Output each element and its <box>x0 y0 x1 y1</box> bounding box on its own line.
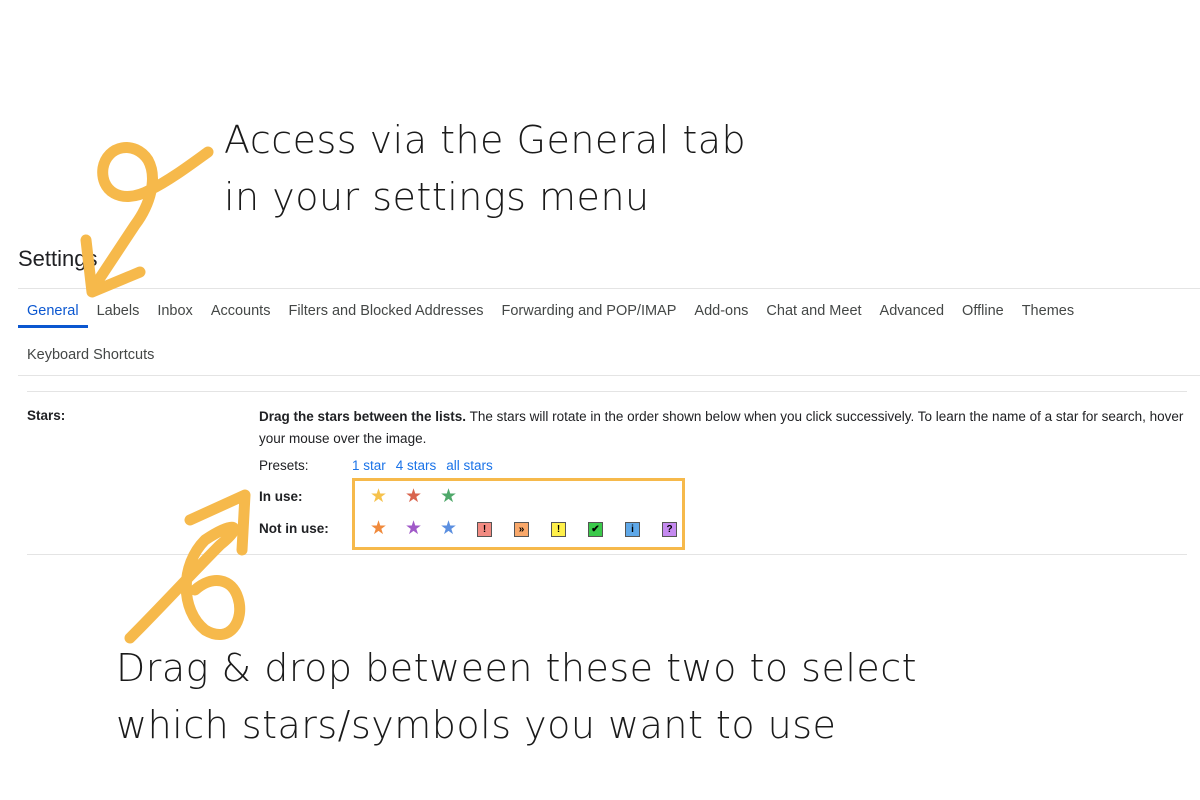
tab-keyboard-shortcuts[interactable]: Keyboard Shortcuts <box>18 346 163 372</box>
tab-add-ons[interactable]: Add-ons <box>685 302 757 328</box>
bottom-annotation-line1: Drag & drop between these two to select <box>116 646 918 690</box>
top-annotation-line2: in your settings menu <box>224 175 650 219</box>
top-annotation-line1: Access via the General tab <box>224 118 747 162</box>
tab-offline[interactable]: Offline <box>953 302 1013 328</box>
preset-1-star[interactable]: 1 star <box>352 458 386 473</box>
page-title: Settings <box>18 246 98 271</box>
presets-row: Presets: 1 star 4 stars all stars <box>259 458 503 473</box>
tab-chat-and-meet[interactable]: Chat and Meet <box>757 302 870 328</box>
top-annotation: Access via the General tab in your setti… <box>224 112 746 226</box>
preset-4-stars[interactable]: 4 stars <box>396 458 437 473</box>
stars-label: Stars: <box>27 408 66 423</box>
tab-themes[interactable]: Themes <box>1013 302 1083 328</box>
tab-accounts[interactable]: Accounts <box>202 302 280 328</box>
stars-description: Drag the stars between the lists. The st… <box>259 406 1184 450</box>
presets-label: Presets: <box>259 458 309 473</box>
stars-description-bold: Drag the stars between the lists. <box>259 409 467 424</box>
preset-all-stars[interactable]: all stars <box>446 458 493 473</box>
not-in-use-label: Not in use: <box>259 521 329 536</box>
tab-inbox[interactable]: Inbox <box>148 302 201 328</box>
tab-advanced[interactable]: Advanced <box>871 302 954 328</box>
bottom-annotation: Drag & drop between these two to select … <box>116 640 917 754</box>
highlight-box <box>352 478 685 550</box>
tab-forwarding-and-pop-imap[interactable]: Forwarding and POP/IMAP <box>493 302 686 328</box>
top-arrow-loop <box>86 142 214 296</box>
bottom-annotation-line2: which stars/symbols you want to use <box>116 703 837 747</box>
tab-labels[interactable]: Labels <box>88 302 149 328</box>
in-use-label: In use: <box>259 489 303 504</box>
settings-tabs: General Labels Inbox Accounts Filters and Bl… <box>18 288 1200 376</box>
tab-general[interactable]: General <box>18 302 88 328</box>
tab-filters-and-blocked-addresses[interactable]: Filters and Blocked Addresses <box>279 302 492 328</box>
